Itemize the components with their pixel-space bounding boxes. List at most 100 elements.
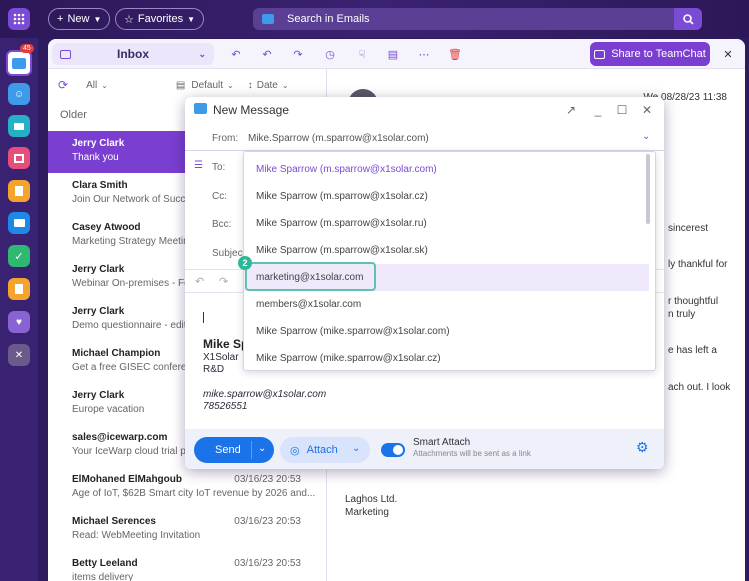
from-option[interactable]: Mike Sparrow (m.sparrow@x1solar.com) xyxy=(244,156,649,183)
top-bar: + New ▼ ☆ Favorites ▼ Search in Emails xyxy=(0,0,749,38)
rail-settings[interactable]: ✕ xyxy=(8,344,30,366)
gear-icon[interactable]: ⚙ xyxy=(636,439,649,456)
body-fragment: ly thankful for xyxy=(668,259,728,270)
chevron-down-icon[interactable]: ⌄ xyxy=(642,131,650,142)
chevron-down-icon[interactable]: ⌄ xyxy=(258,443,266,454)
body-fragment: e has left a xyxy=(668,345,717,356)
list-item[interactable]: ElMohaned ElMahgoub Age of IoT, $62B Smar… xyxy=(48,467,327,509)
more-button[interactable]: ⋯ xyxy=(416,46,432,62)
rail-notes[interactable] xyxy=(8,180,30,202)
chevron-down-icon: ▼ xyxy=(93,14,102,24)
message-date: 03/16/23 20:53 xyxy=(234,474,301,485)
sort-default[interactable]: Default xyxy=(191,80,223,91)
body-fragment: sincerest xyxy=(668,223,709,234)
message-date: 03/16/23 20:53 xyxy=(234,516,301,527)
minimize-icon[interactable]: _ xyxy=(591,103,605,117)
message-subject: Age of IoT, $62B Smart city IoT revenue … xyxy=(72,488,316,499)
document-icon xyxy=(15,284,23,294)
rail-tasks[interactable]: ✓ xyxy=(8,245,30,267)
search-icon xyxy=(682,13,694,25)
favorites-button[interactable]: ☆ Favorites ▼ xyxy=(115,8,205,30)
forward-button[interactable]: ↷ xyxy=(290,46,306,62)
mail-toolbar: Inbox ⌄ ↶ ↶ ↷ ◷ ☟ ▤ ⋯ 🗑 Share to TeamCha… xyxy=(48,39,745,69)
chevron-down-icon: ⌄ xyxy=(281,80,289,90)
sender-dept: Marketing xyxy=(345,507,389,518)
sort-icon: ↕ xyxy=(247,79,253,91)
rail-documents[interactable] xyxy=(8,278,30,300)
chat-icon: ♥ xyxy=(16,316,22,328)
send-label: Send xyxy=(215,444,241,456)
print-button[interactable]: ▤ xyxy=(385,46,401,62)
share-teamchat-button[interactable]: Share to TeamChat xyxy=(590,42,710,66)
folder-icon xyxy=(13,219,25,227)
folder-selector[interactable]: Inbox ⌄ xyxy=(52,43,214,65)
compose-footer: Send ⌄ ◎ Attach ⌄ Smart Attach Attachmen… xyxy=(185,429,664,469)
spam-button[interactable]: ☟ xyxy=(354,46,370,62)
clock-icon: ◷ xyxy=(325,48,335,61)
message-date: 03/16/23 20:53 xyxy=(234,558,301,569)
redo-icon[interactable]: ↷ xyxy=(219,275,228,288)
undo-icon[interactable]: ↶ xyxy=(195,275,204,288)
rail-calendar[interactable] xyxy=(8,147,30,169)
search-bar[interactable]: Search in Emails xyxy=(253,8,702,30)
calendar-icon xyxy=(14,153,24,163)
sort-date[interactable]: Date xyxy=(257,80,278,91)
new-label: New xyxy=(67,13,90,25)
more-icon: ⋯ xyxy=(418,48,430,61)
list-item[interactable]: Michael Serences Read: WebMeeting Invitat… xyxy=(48,509,327,551)
plus-icon: + xyxy=(57,13,64,25)
maximize-icon[interactable]: ☐ xyxy=(615,103,629,117)
chevron-down-icon: ⌄ xyxy=(198,48,206,59)
forward-icon: ↷ xyxy=(293,48,303,61)
send-button[interactable]: Send ⌄ xyxy=(194,437,274,463)
attach-icon: ◎ xyxy=(290,444,300,457)
list-item[interactable]: Betty Leeland items delivery 03/16/23 20:5… xyxy=(48,551,327,581)
attach-label: Attach xyxy=(306,444,338,456)
chevron-down-icon: ⌄ xyxy=(101,80,108,90)
from-option[interactable]: Mike Sparrow (m.sparrow@x1solar.cz) xyxy=(244,183,649,210)
focus-highlight xyxy=(245,262,376,291)
new-button[interactable]: + New ▼ xyxy=(48,8,111,30)
send-options-divider xyxy=(251,441,252,459)
chevron-down-icon: ▼ xyxy=(187,14,196,24)
reply-all-icon: ↶ xyxy=(262,48,272,61)
smart-attach-toggle[interactable] xyxy=(381,443,405,457)
apps-grid-button[interactable] xyxy=(8,8,30,30)
teamchat-icon xyxy=(594,49,606,59)
close-icon[interactable]: ✕ xyxy=(640,103,654,117)
search-input[interactable]: Search in Emails xyxy=(287,13,370,25)
chevron-down-icon[interactable]: ⌄ xyxy=(352,443,360,454)
rail-files[interactable] xyxy=(8,212,30,234)
rail-meetings[interactable] xyxy=(8,115,30,137)
list-icon: ☰ xyxy=(194,160,203,171)
reply-button[interactable]: ↶ xyxy=(228,46,244,62)
from-label: From: xyxy=(212,133,239,144)
message-subject: Read: WebMeeting Invitation xyxy=(72,530,201,541)
reply-all-button[interactable]: ↶ xyxy=(259,46,275,62)
from-value[interactable]: Mike.Sparrow (m.sparrow@x1solar.com) xyxy=(248,133,429,144)
attach-button[interactable]: ◎ Attach ⌄ xyxy=(280,437,370,463)
signature-dept: R&D xyxy=(203,364,225,375)
thumbs-down-icon: ☟ xyxy=(358,48,366,61)
message-subject: items delivery xyxy=(72,572,134,581)
popout-icon[interactable]: ↗ xyxy=(564,103,578,117)
from-dropdown: Mike Sparrow (m.sparrow@x1solar.com) Mike… xyxy=(243,151,656,371)
close-pane-button[interactable]: ✕ xyxy=(720,46,736,62)
compose-header: New Message ↗ _ ☐ ✕ xyxy=(185,97,664,123)
rail-teamchat[interactable]: ♥ xyxy=(8,311,30,333)
from-option[interactable]: members@x1solar.com xyxy=(244,291,649,318)
from-option[interactable]: Mike Sparrow (mike.sparrow@x1solar.com) xyxy=(244,318,649,345)
signature-name: Mike Sp xyxy=(203,337,249,351)
from-option[interactable]: Mike Sparrow (m.sparrow@x1solar.ru) xyxy=(244,210,649,237)
search-button[interactable] xyxy=(674,8,702,30)
delete-button[interactable]: 🗑 xyxy=(447,46,463,62)
rail-mail[interactable] xyxy=(6,50,32,76)
smart-attach-note: Attachments will be sent as a link xyxy=(413,449,531,458)
from-option[interactable]: Mike Sparrow (mike.sparrow@x1solar.cz) xyxy=(244,345,649,372)
refresh-icon[interactable]: ⟳ xyxy=(58,78,68,92)
text-cursor[interactable] xyxy=(203,312,204,323)
from-option[interactable]: Mike Sparrow (m.sparrow@x1solar.sk) xyxy=(244,237,649,264)
filter-all[interactable]: All xyxy=(86,80,97,91)
rail-contacts[interactable]: ☺ xyxy=(8,83,30,105)
snooze-button[interactable]: ◷ xyxy=(322,46,338,62)
